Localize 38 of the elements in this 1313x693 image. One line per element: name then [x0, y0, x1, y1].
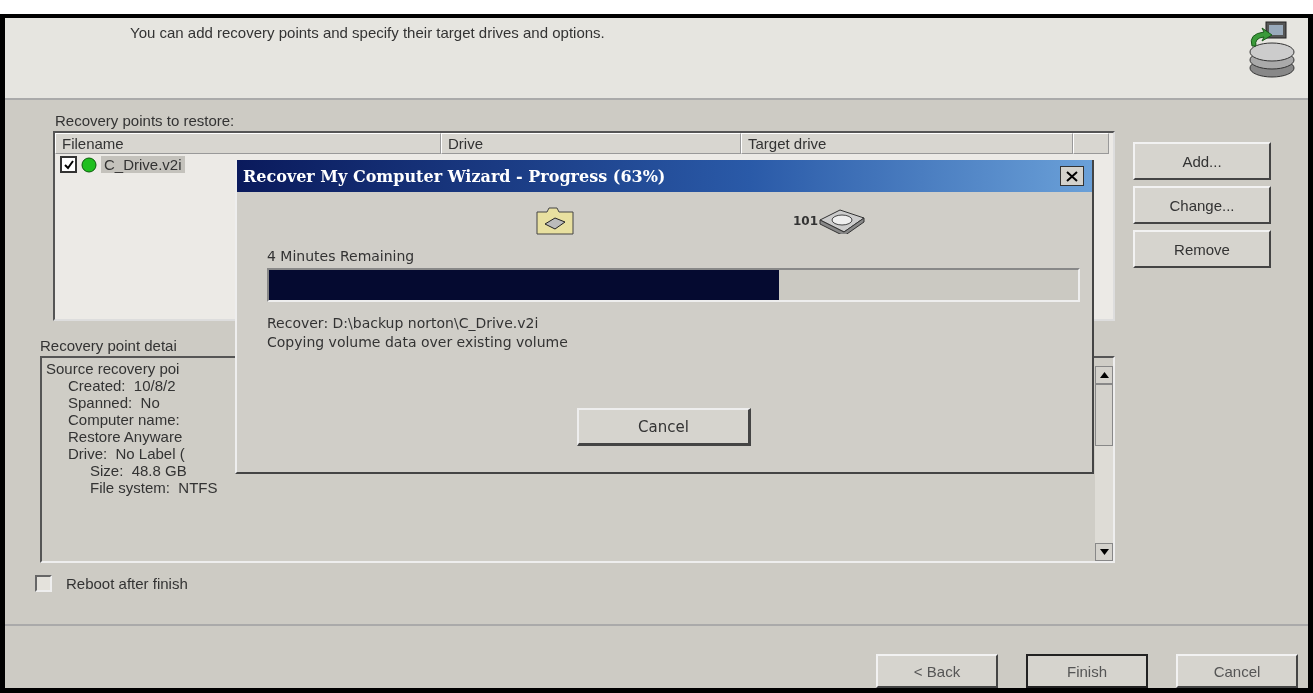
list-action-button[interactable]: Change...: [1133, 186, 1271, 224]
details-label: Recovery point detai: [40, 337, 177, 354]
checkbox[interactable]: [35, 575, 52, 592]
details-line: Spanned: No: [67, 394, 160, 411]
details-line: Created: 10/8/2: [67, 377, 176, 394]
filename-cell[interactable]: C_Drive.v2i: [101, 156, 185, 173]
details-line: Size: 48.8 GB: [89, 462, 187, 479]
wizard-nav-button[interactable]: Cancel: [1176, 654, 1298, 688]
list-action-button[interactable]: Add...: [1133, 142, 1271, 180]
time-remaining: 4 Minutes Remaining: [267, 248, 416, 264]
scroll-down-icon[interactable]: [1095, 543, 1113, 561]
status-dot-icon: [81, 156, 97, 173]
close-icon[interactable]: [1066, 170, 1078, 182]
status-line: Copying volume data over existing volume: [267, 333, 569, 352]
list-action-button[interactable]: Remove: [1133, 230, 1271, 268]
details-line: Drive: No Label (: [67, 445, 185, 462]
column-header[interactable]: [1073, 133, 1109, 154]
header-description: You can add recovery points and specify their target drives and options.: [130, 24, 605, 43]
list-label: Recovery points to restore:: [55, 112, 235, 129]
reboot-label: Reboot after finish: [66, 575, 188, 592]
checkbox[interactable]: [60, 156, 77, 173]
cancel-button[interactable]: Cancel: [577, 408, 751, 446]
scroll-up-icon[interactable]: [1095, 366, 1113, 384]
column-header[interactable]: Drive: [441, 133, 741, 154]
details-line: Source recovery poi: [45, 360, 180, 377]
close-button[interactable]: [1060, 166, 1084, 186]
wizard-nav-button[interactable]: < Back: [876, 654, 998, 688]
status-line: Recover: D:\backup norton\C_Drive.v2i: [267, 314, 540, 333]
column-header[interactable]: Target drive: [741, 133, 1073, 154]
details-line: File system: NTFS: [89, 479, 218, 496]
scrollbar[interactable]: [1095, 366, 1113, 561]
details-line: Restore Anyware: [67, 428, 183, 445]
details-line: Computer name:: [67, 411, 180, 428]
disk-label: 101: [793, 214, 819, 228]
dialog-title: Recover My Computer Wizard - Progress (63%): [243, 166, 666, 186]
wizard-nav-button[interactable]: Finish: [1026, 654, 1148, 688]
column-header[interactable]: Filename: [55, 133, 441, 154]
scroll-thumb[interactable]: [1095, 384, 1113, 446]
